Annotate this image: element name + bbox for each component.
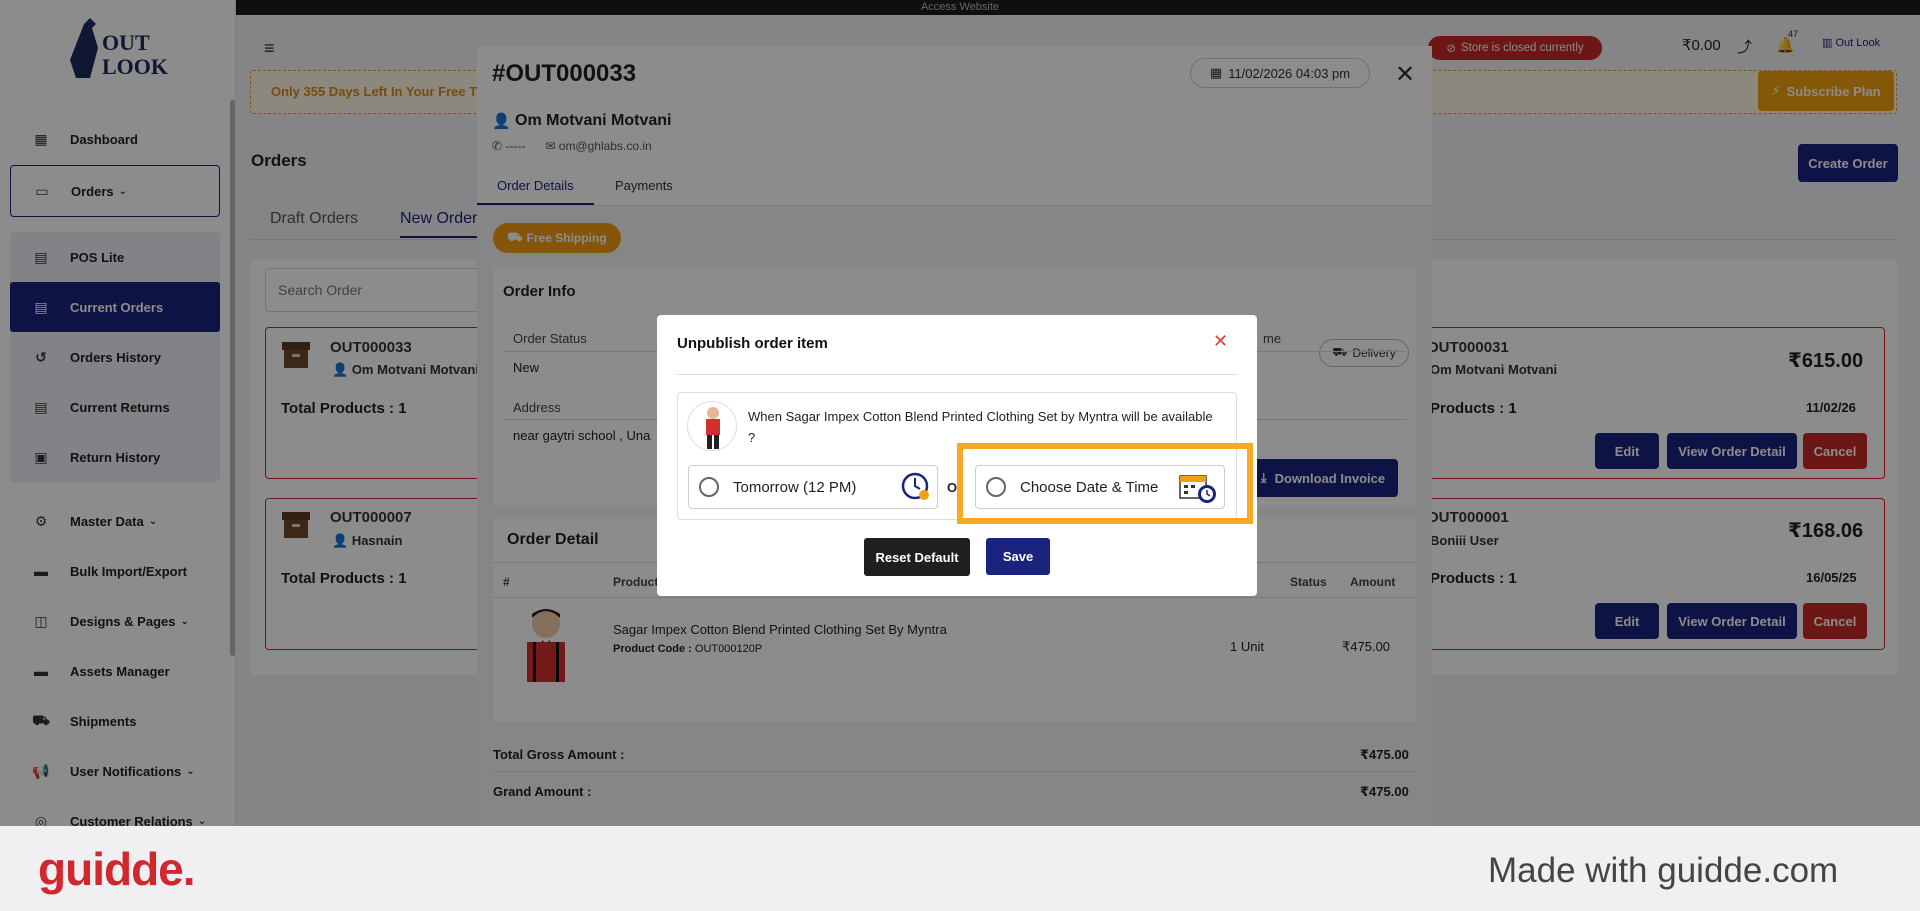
divider: [677, 374, 1237, 375]
close-icon[interactable]: ✕: [1213, 331, 1228, 352]
guidde-logo: guidde.: [38, 843, 196, 895]
option-tomorrow[interactable]: Tomorrow (12 PM): [688, 465, 938, 509]
dialog-title: Unpublish order item: [677, 335, 828, 352]
radio-tomorrow[interactable]: [699, 477, 719, 497]
reset-default-button[interactable]: Reset Default: [864, 538, 970, 576]
product-thumbnail: [687, 401, 737, 451]
save-button[interactable]: Save: [986, 538, 1050, 575]
made-with-guidde: Made with guidde.com: [1488, 851, 1839, 890]
option-tomorrow-label: Tomorrow (12 PM): [733, 478, 857, 496]
clock-icon: [901, 472, 931, 506]
highlight-box: [957, 443, 1253, 524]
availability-question: When Sagar Impex Cotton Blend Printed Cl…: [748, 409, 1213, 445]
